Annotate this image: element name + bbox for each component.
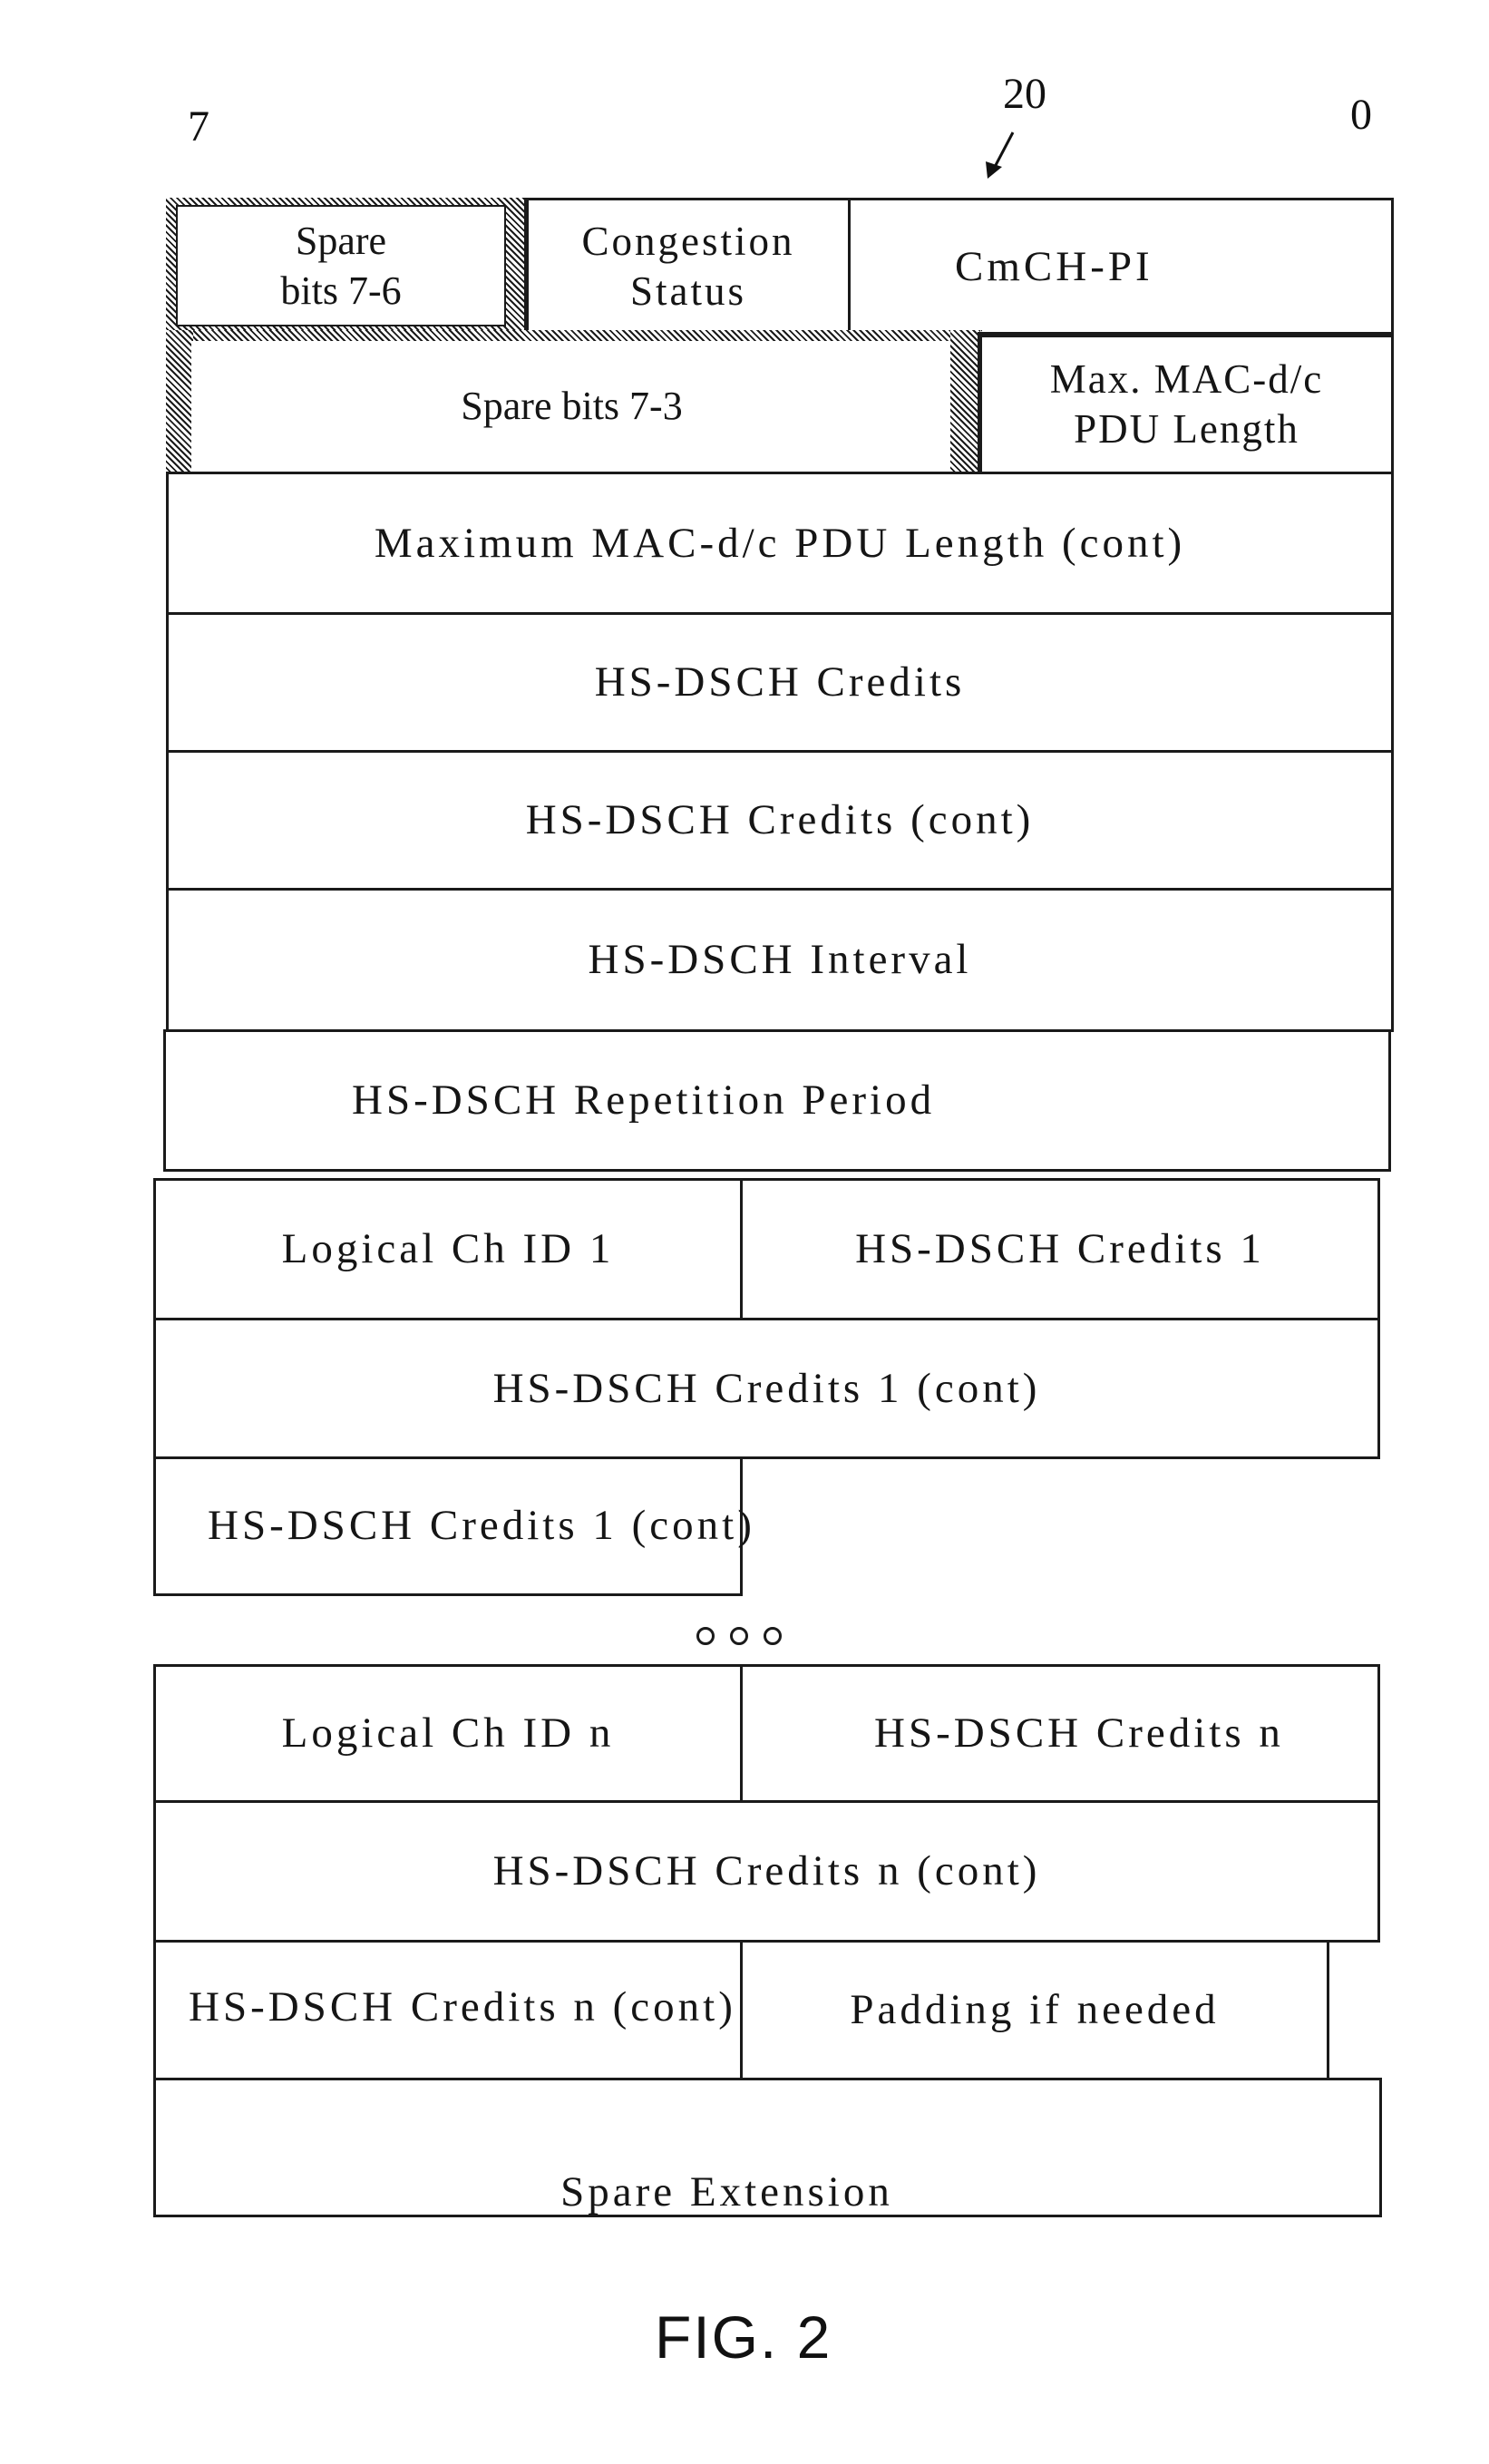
logical-ch-id-1-field: Logical Ch ID 1 bbox=[153, 1178, 743, 1320]
reference-numeral-20: 20 bbox=[1003, 70, 1046, 118]
ellipsis bbox=[696, 1625, 787, 1647]
hs-dsch-credits-cont-field: HS-DSCH Credits (cont) bbox=[166, 750, 1394, 891]
reference-arrow-icon bbox=[986, 131, 1015, 179]
cmch-pi-label: CmCH-PI bbox=[955, 242, 1153, 290]
spare-bits-7-3-field: Spare bits 7-3 bbox=[191, 341, 952, 474]
spare-bits-7-6-line1: Spare bbox=[295, 219, 387, 263]
ellipsis-dot-icon bbox=[696, 1627, 715, 1645]
hs-dsch-interval-label: HS-DSCH Interval bbox=[588, 936, 972, 984]
hs-dsch-interval-field: HS-DSCH Interval bbox=[166, 888, 1394, 1032]
hs-dsch-credits-1-cont-label: HS-DSCH Credits 1 (cont) bbox=[492, 1364, 1041, 1412]
max-mac-pdu-length-line1: Max. MAC-d/c bbox=[1049, 356, 1324, 402]
hs-dsch-credits-n-label: HS-DSCH Credits n bbox=[874, 1709, 1284, 1758]
hs-dsch-credits-1-field: HS-DSCH Credits 1 bbox=[740, 1178, 1380, 1320]
padding-label: Padding if needed bbox=[850, 1986, 1220, 2034]
congestion-status-field: Congestion Status bbox=[524, 198, 851, 336]
hs-dsch-credits-label: HS-DSCH Credits bbox=[594, 658, 966, 706]
hs-dsch-credits-field: HS-DSCH Credits bbox=[166, 612, 1394, 753]
hs-dsch-credits-1-cont-2-label: HS-DSCH Credits 1 (cont) bbox=[208, 1502, 755, 1549]
logical-ch-id-n-field: Logical Ch ID n bbox=[153, 1664, 743, 1803]
logical-ch-id-n-label: Logical Ch ID n bbox=[281, 1709, 615, 1758]
bit-7-label: 7 bbox=[188, 102, 209, 151]
max-mac-pdu-length-line2: PDU Length bbox=[1074, 406, 1299, 452]
hs-dsch-credits-n-cont-label: HS-DSCH Credits n (cont) bbox=[492, 1847, 1041, 1895]
ellipsis-dot-icon bbox=[730, 1627, 748, 1645]
hs-dsch-credits-n-field: HS-DSCH Credits n bbox=[740, 1664, 1380, 1803]
spare-bits-7-3-left-hatch bbox=[166, 330, 193, 475]
congestion-status-line1: Congestion bbox=[581, 219, 795, 264]
hs-dsch-credits-1-label: HS-DSCH Credits 1 bbox=[855, 1225, 1265, 1273]
ellipsis-dot-icon bbox=[764, 1627, 782, 1645]
spare-bits-7-6-line2: bits 7-6 bbox=[280, 268, 402, 313]
cmch-pi-field: CmCH-PI bbox=[848, 198, 1394, 336]
spare-extension-field: Spare Extension bbox=[153, 2078, 1382, 2217]
figure-caption: FIG. 2 bbox=[655, 2303, 832, 2371]
logical-ch-id-1-label: Logical Ch ID 1 bbox=[281, 1225, 615, 1273]
spare-bits-7-3-right-hatch bbox=[950, 330, 980, 475]
max-mac-pdu-length-cont-field: Maximum MAC-d/c PDU Length (cont) bbox=[166, 472, 1394, 615]
hs-dsch-repetition-period-field: HS-DSCH Repetition Period bbox=[163, 1029, 1391, 1172]
hs-dsch-credits-n-cont-field: HS-DSCH Credits n (cont) bbox=[153, 1800, 1380, 1943]
max-mac-pdu-length-cont-label: Maximum MAC-d/c PDU Length (cont) bbox=[374, 519, 1186, 567]
bit-0-label: 0 bbox=[1350, 91, 1372, 139]
spare-extension-label: Spare Extension bbox=[560, 2168, 893, 2216]
congestion-status-line2: Status bbox=[629, 268, 746, 314]
hs-dsch-credits-1-cont-field: HS-DSCH Credits 1 (cont) bbox=[153, 1318, 1380, 1459]
hs-dsch-credits-n-cont-2-label: HS-DSCH Credits n (cont) bbox=[189, 1983, 736, 2031]
hs-dsch-repetition-period-label: HS-DSCH Repetition Period bbox=[352, 1076, 936, 1125]
spare-bits-7-6-field: Spare bits 7-6 bbox=[176, 205, 506, 326]
hs-dsch-credits-cont-label: HS-DSCH Credits (cont) bbox=[525, 796, 1035, 844]
padding-field: Padding if needed bbox=[740, 1940, 1329, 2080]
max-mac-pdu-length-field: Max. MAC-d/c PDU Length bbox=[978, 332, 1394, 474]
spare-bits-7-3-label: Spare bits 7-3 bbox=[461, 383, 683, 428]
